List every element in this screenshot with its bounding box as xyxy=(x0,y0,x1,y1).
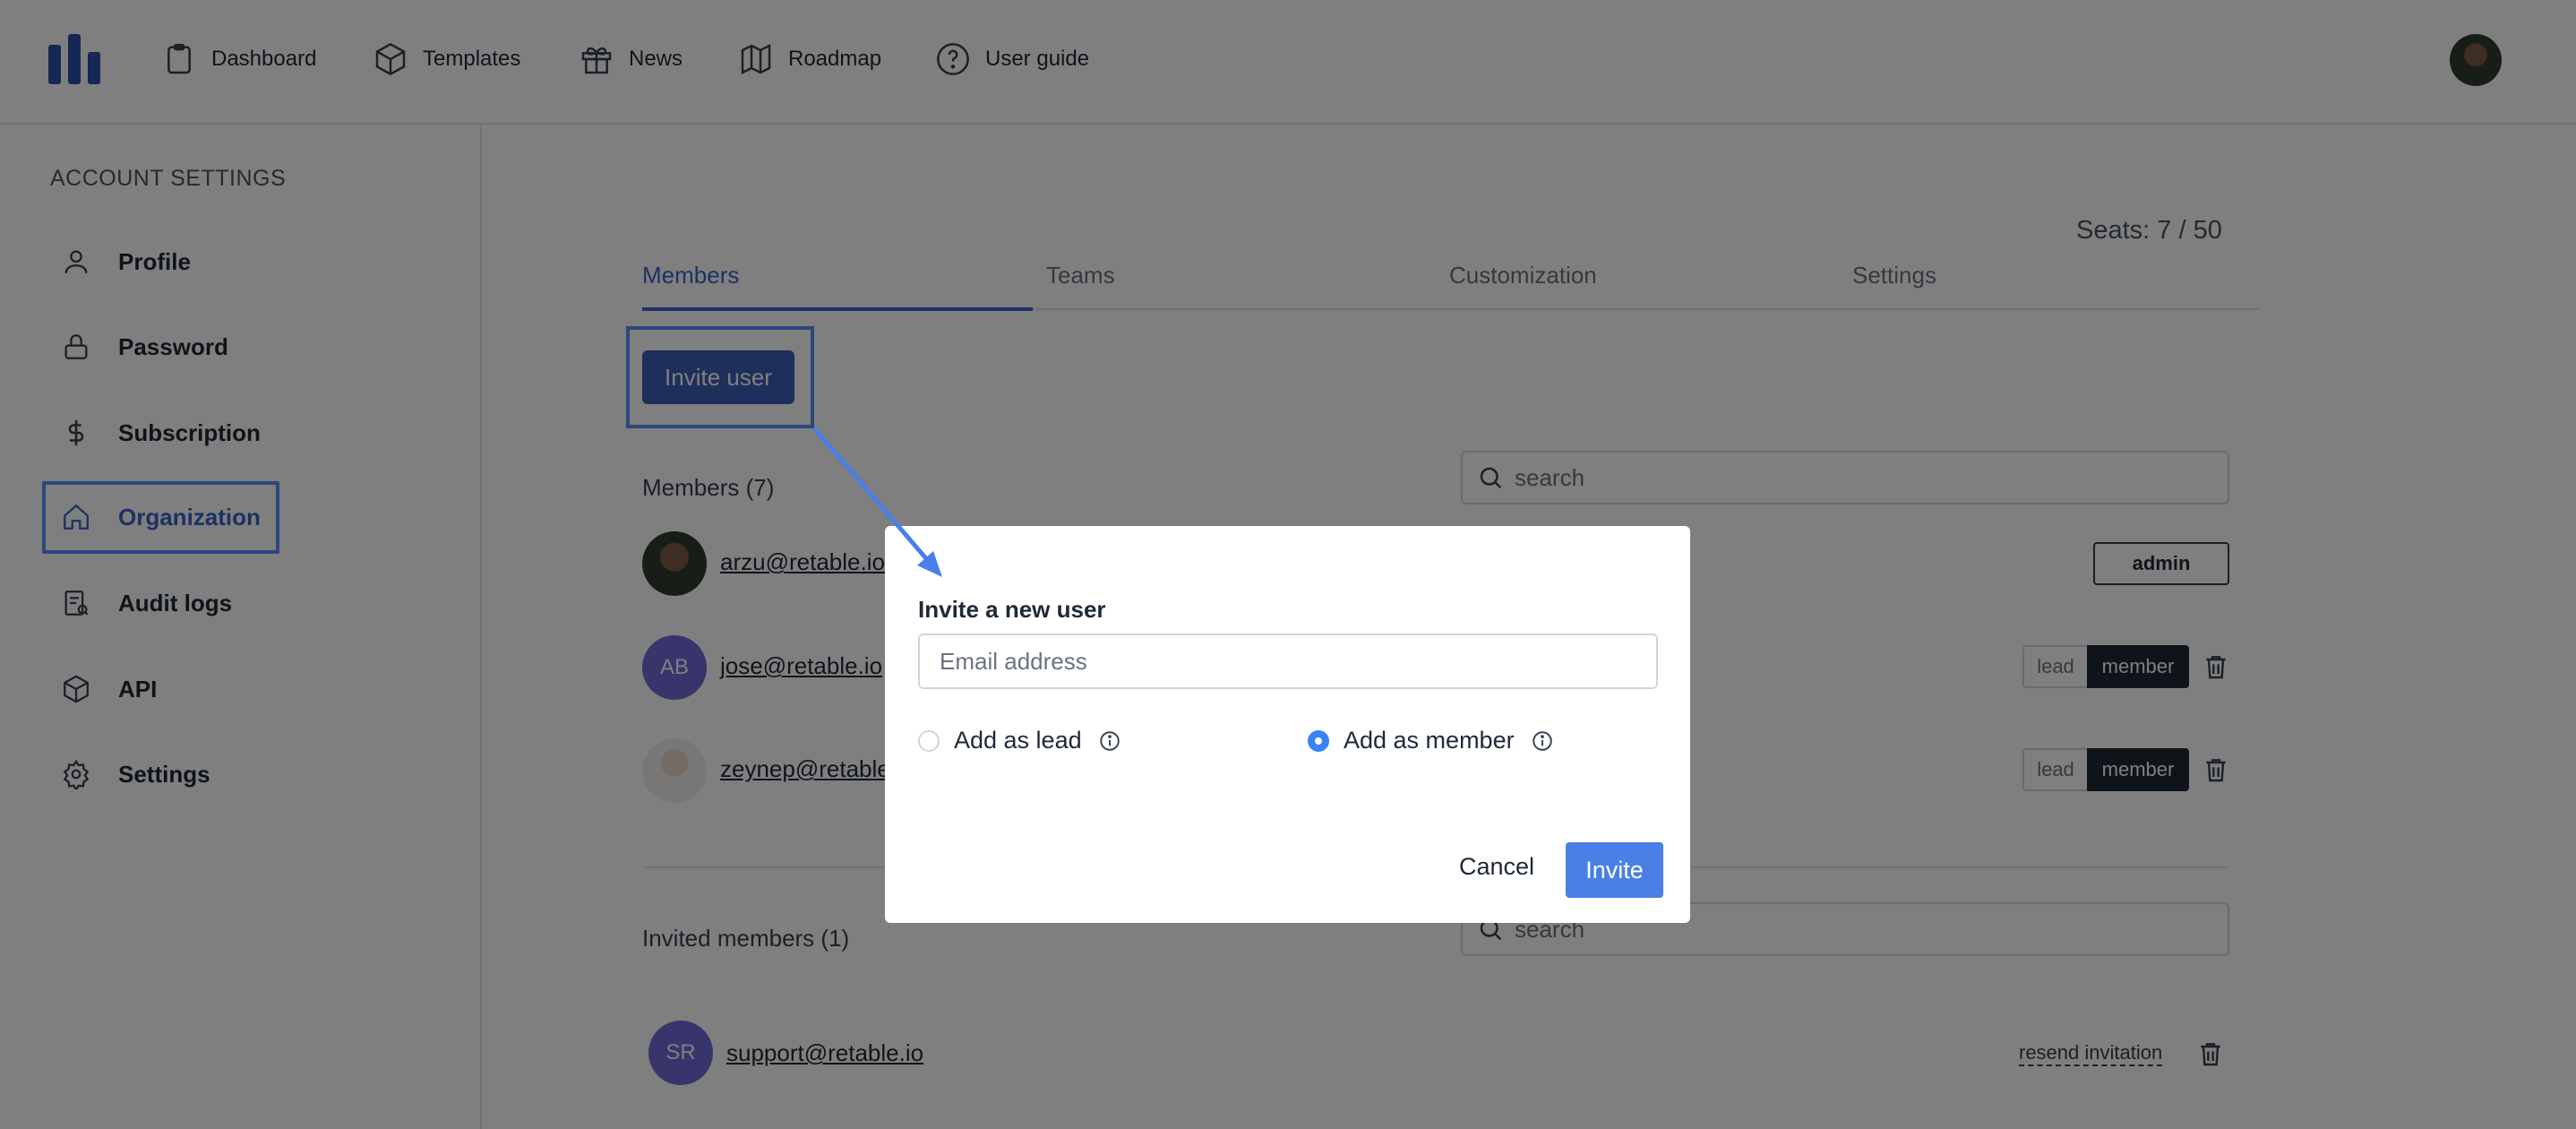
radio-lead[interactable] xyxy=(918,729,940,752)
invite-user-modal: Invite a new user Add as lead Add as mem… xyxy=(885,526,1690,923)
info-icon[interactable] xyxy=(1531,729,1554,753)
email-field[interactable] xyxy=(918,633,1658,689)
invite-button[interactable]: Invite xyxy=(1566,842,1663,898)
option-label: Add as member xyxy=(1344,727,1515,754)
info-icon[interactable] xyxy=(1098,729,1121,753)
modal-title: Invite a new user xyxy=(918,596,1106,623)
option-label: Add as lead xyxy=(954,727,1082,754)
radio-member[interactable] xyxy=(1308,729,1329,752)
cancel-button[interactable]: Cancel xyxy=(1459,853,1534,881)
add-as-lead-option[interactable]: Add as lead xyxy=(918,727,1121,754)
add-as-member-option[interactable]: Add as member xyxy=(1308,727,1554,754)
